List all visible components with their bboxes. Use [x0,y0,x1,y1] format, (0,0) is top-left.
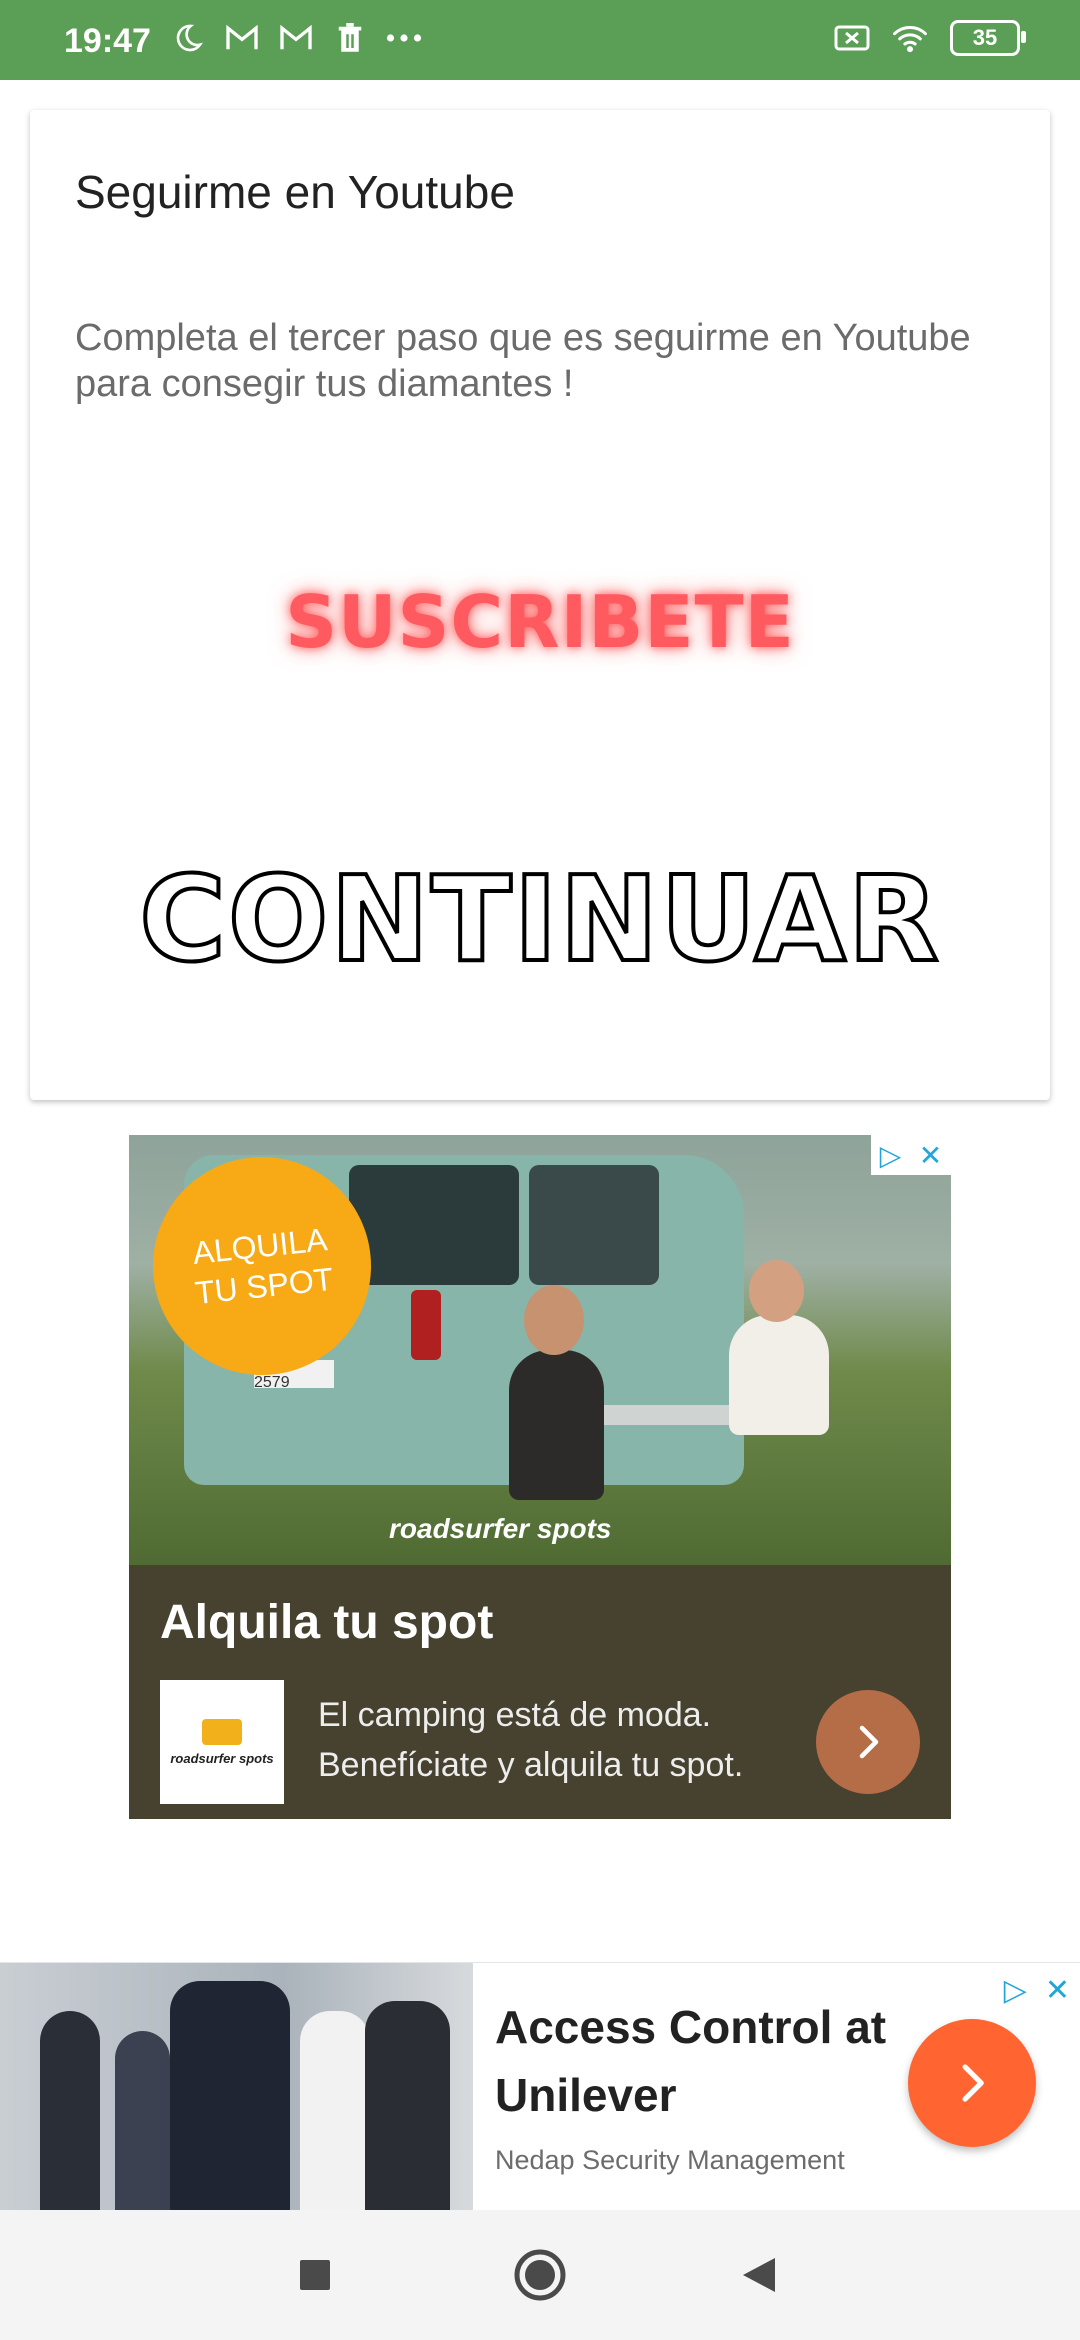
van-window [349,1165,519,1285]
person-figure [365,2001,450,2211]
ad-headline[interactable]: Access Control at Unilever [495,1993,915,2129]
card-description: Completa el tercer paso que es seguirme … [75,317,971,405]
ad-advertiser[interactable]: Nedap Security Management [495,2145,845,2176]
moon-icon [170,20,206,56]
home-circle-icon [514,2249,566,2301]
person-head [749,1260,804,1322]
ad-cta-button[interactable] [908,2019,1036,2147]
person-head [524,1285,584,1355]
close-icon[interactable]: ✕ [1045,1973,1070,2008]
brand-overlay: roadsurfer spots [389,1513,612,1544]
ad-banner-roadsurfer[interactable]: AT-RS 2579 ALQUILA TU SPOT roadsurfer sp… [129,1135,951,1819]
square-icon [300,2260,330,2290]
recents-button[interactable] [298,2258,332,2292]
home-button[interactable] [513,2248,567,2302]
task-card: Seguirme en Youtube Completa el tercer p… [30,110,1050,1100]
subscribe-button[interactable]: SUSCRIBETE [30,580,1050,664]
gmail-icon [278,20,314,56]
card-title: Seguirme en Youtube [75,166,515,218]
ad-banner-access-control[interactable]: Access Control at Unilever Nedap Securit… [0,1962,1080,2211]
trash-icon [332,20,368,56]
notification-icons [170,20,422,56]
adchoices-icon[interactable]: ▷ [880,1139,902,1172]
ad-choices[interactable]: ▷ ✕ [1004,1973,1070,2008]
van-light [411,1290,441,1360]
person-figure [170,1981,290,2211]
battery-level: 35 [972,25,998,50]
navigation-bar [0,2210,1080,2340]
status-time: 19:47 [64,22,151,60]
adchoices-icon[interactable]: ▷ [1004,1973,1027,2008]
person-figure [40,2011,100,2211]
ad-headline[interactable]: Alquila tu spot [160,1595,493,1650]
back-triangle-icon [743,2258,775,2292]
status-bar: 19:47 35 [0,0,1080,80]
ad-cta-button[interactable] [816,1690,920,1794]
battery-icon: 35 [950,20,1026,56]
person-figure [115,2031,170,2211]
close-icon[interactable]: ✕ [919,1139,942,1172]
person-figure [300,2011,370,2211]
ad-image[interactable]: AT-RS 2579 ALQUILA TU SPOT roadsurfer sp… [129,1135,951,1565]
ad-image[interactable] [0,1963,473,2211]
no-sim-icon [834,20,870,56]
chevron-right-icon [962,2064,984,2102]
ad-body-text[interactable]: El camping está de moda. Benefíciate y a… [318,1690,818,1790]
advertiser-logo[interactable]: roadsurfer spots [160,1680,284,1804]
person-figure [509,1350,604,1500]
gmail-icon [224,20,260,56]
wifi-icon [892,20,928,56]
logo-text: roadsurfer spots [170,1750,274,1766]
more-dots-icon [386,20,422,56]
back-button[interactable] [741,2256,777,2294]
van-window [529,1165,659,1285]
van-icon [202,1718,242,1745]
system-icons: 35 [834,20,1026,56]
ad-choices[interactable]: ▷ ✕ [871,1135,951,1175]
continue-button[interactable]: CONTINUAR [30,848,1050,990]
person-figure [729,1315,829,1435]
chevron-right-icon [859,1725,879,1759]
